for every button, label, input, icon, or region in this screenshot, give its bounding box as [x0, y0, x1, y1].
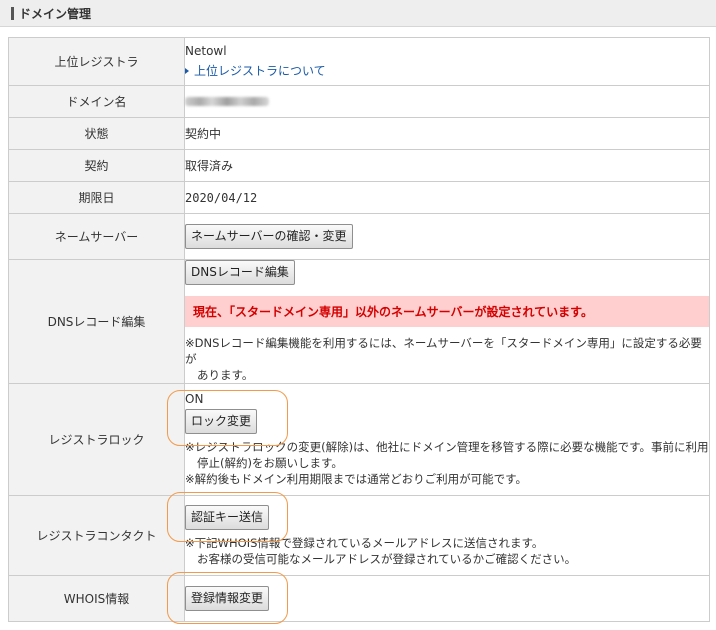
whois-edit-button[interactable]: 登録情報変更	[185, 586, 270, 611]
row-dns: DNSレコード編集 DNSレコード編集 現在、「スタードメイン専用」以外のネーム…	[8, 259, 710, 384]
send-auth-key-button[interactable]: 認証キー送信	[185, 504, 270, 530]
row-value: 登録情報変更	[184, 575, 710, 622]
dns-record-edit-button[interactable]: DNSレコード編集	[185, 260, 295, 285]
contact-note-line: ※下記WHOIS情報で登録されているメールアドレスに送信されます。	[185, 535, 544, 550]
lock-note-line: ※レジストラロックの変更(解除)は、他社にドメイン管理を移管する際に必要な機能で…	[185, 440, 709, 454]
expiry-value: 2020/04/12	[184, 181, 710, 214]
row-label: 上位レジストラ	[8, 37, 185, 86]
nameserver-change-button[interactable]: ネームサーバーの確認・変更	[185, 224, 353, 249]
status-value: 契約中	[184, 117, 710, 150]
section-header-bar	[11, 6, 14, 20]
dns-note-line: あります。	[197, 368, 254, 382]
row-label: 状態	[8, 117, 185, 150]
row-contract: 契約 取得済み	[8, 149, 710, 182]
row-label: レジストラロック	[8, 383, 185, 496]
row-label: ネームサーバー	[8, 213, 185, 260]
row-expiry: 期限日 2020/04/12	[8, 181, 710, 214]
registrar-about-link-label: 上位レジストラについて	[194, 64, 326, 78]
row-registrar-contact: レジストラコンタクト 認証キー送信 ※下記WHOIS情報で登録されているメールア…	[8, 495, 710, 576]
row-value: DNSレコード編集 現在、「スタードメイン専用」以外のネームサーバーが設定されて…	[184, 259, 710, 384]
lock-note: ※レジストラロックの変更(解除)は、他社にドメイン管理を移管する際に必要な機能で…	[185, 439, 709, 487]
registrar-name: Netowl	[185, 44, 227, 58]
nameserver-warning: 現在、「スタードメイン専用」以外のネームサーバーが設定されています。	[185, 296, 709, 327]
row-label: 期限日	[8, 181, 185, 214]
row-label: DNSレコード編集	[8, 259, 185, 384]
row-value: ON ロック変更 ※レジストラロックの変更(解除)は、他社にドメイン管理を移管す…	[184, 383, 710, 496]
dns-note-line: ※DNSレコード編集機能を利用するには、ネームサーバーを「スタードメイン専用」に…	[185, 336, 702, 366]
lock-note-line: 停止(解約)をお願いします。	[197, 456, 343, 470]
row-whois: WHOIS情報 登録情報変更	[8, 575, 710, 622]
section-header: ドメイン管理	[0, 0, 716, 27]
row-value: 認証キー送信 ※下記WHOIS情報で登録されているメールアドレスに送信されます。…	[184, 495, 710, 576]
row-nameserver: ネームサーバー ネームサーバーの確認・変更	[8, 213, 710, 260]
contact-note: ※下記WHOIS情報で登録されているメールアドレスに送信されます。 お客様の受信…	[185, 535, 709, 567]
dns-note: ※DNSレコード編集機能を利用するには、ネームサーバーを「スタードメイン専用」に…	[185, 335, 709, 383]
row-value	[184, 85, 710, 118]
row-value: Netowl 上位レジストラについて	[184, 37, 710, 86]
row-label: 契約	[8, 149, 185, 182]
lock-state: ON	[185, 392, 204, 406]
row-domain: ドメイン名	[8, 85, 710, 118]
row-label: レジストラコンタクト	[8, 495, 185, 576]
registrar-about-link[interactable]: 上位レジストラについて	[185, 62, 709, 79]
triangle-right-icon	[185, 67, 189, 74]
lock-note-line: ※解約後もドメイン利用期限までは通常どおりご利用が可能です。	[185, 472, 527, 486]
row-label: WHOIS情報	[8, 575, 185, 622]
contract-value: 取得済み	[184, 149, 710, 182]
row-value: ネームサーバーの確認・変更	[184, 213, 710, 260]
row-registrar: 上位レジストラ Netowl 上位レジストラについて	[8, 37, 710, 86]
section-title: ドメイン管理	[19, 6, 92, 21]
domain-info-table: 上位レジストラ Netowl 上位レジストラについて ドメイン名 状態 契約中 …	[8, 37, 710, 622]
row-label: ドメイン名	[8, 85, 185, 118]
domain-name-redacted	[185, 96, 269, 106]
row-registrar-lock: レジストラロック ON ロック変更 ※レジストラロックの変更(解除)は、他社にド…	[8, 383, 710, 496]
contact-note-line: お客様の受信可能なメールアドレスが登録されているかご確認ください。	[197, 551, 577, 566]
row-status: 状態 契約中	[8, 117, 710, 150]
lock-change-button[interactable]: ロック変更	[185, 409, 258, 434]
